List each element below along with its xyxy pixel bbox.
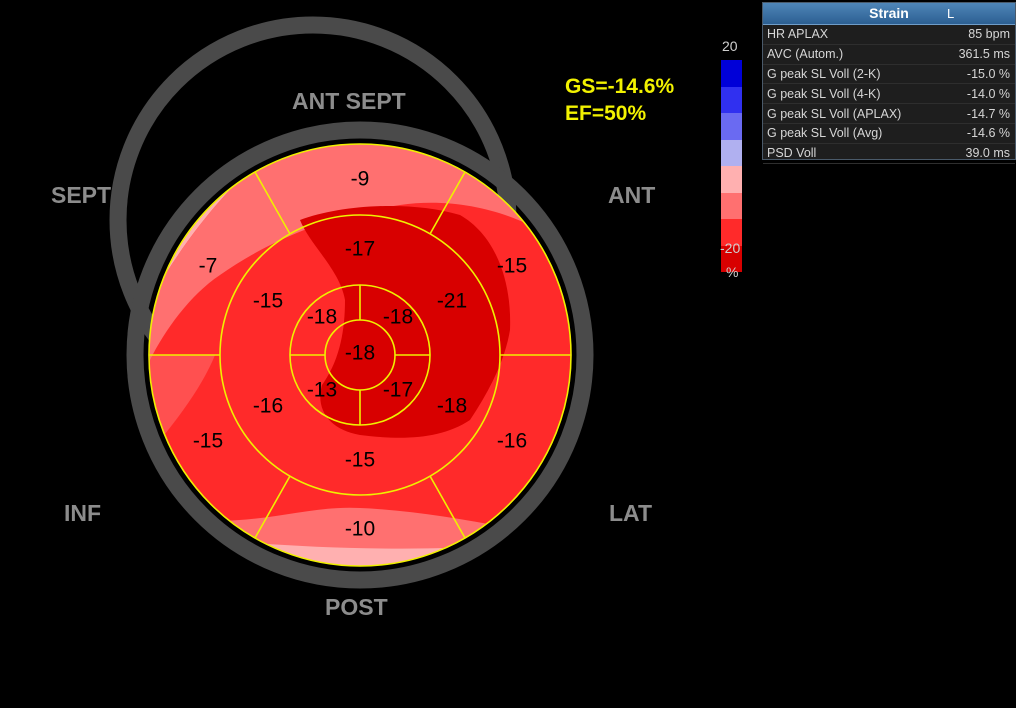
scale-swatch <box>721 139 742 166</box>
row-value: 85 bpm <box>968 27 1010 42</box>
strain-panel-row: PSD Voll 39.0 ms <box>763 144 1015 164</box>
scale-swatch <box>721 192 742 219</box>
row-value: -14.0 % <box>966 86 1010 101</box>
scale-swatch <box>721 60 742 87</box>
wall-label-ant: ANT <box>608 182 656 208</box>
strain-panel-title: Strain <box>869 5 909 21</box>
scale-max-label: 20 <box>722 38 738 54</box>
basal-inferolateral-value: -16 <box>497 430 527 453</box>
apical-inferior-value: -13 <box>307 379 337 402</box>
wall-label-sept: SEPT <box>51 182 112 208</box>
basal-inferior-value: -10 <box>345 518 375 541</box>
strain-panel-header[interactable]: Strain L <box>763 3 1015 25</box>
row-value: -14.6 % <box>966 126 1010 141</box>
strain-panel-row: G peak SL Voll (4-K) -14.0 % <box>763 84 1015 105</box>
row-label: HR APLAX <box>767 27 829 42</box>
strain-panel-row: G peak SL Voll (Avg) -14.6 % <box>763 124 1015 144</box>
strain-panel-row: G peak SL Voll (2-K) -15.0 % <box>763 65 1015 85</box>
lock-icon[interactable]: L <box>947 3 954 24</box>
strain-panel-row: AVC (Autom.) 361.5 ms <box>763 45 1015 65</box>
row-value: 361.5 ms <box>958 47 1010 62</box>
global-strain-label: GS=-14.6% <box>565 75 675 98</box>
row-label: G peak SL Voll (APLAX) <box>767 106 902 121</box>
apical-lateral-value: -18 <box>383 306 413 329</box>
strain-panel-row: HR APLAX 85 bpm <box>763 25 1015 45</box>
row-value: -15.0 % <box>966 66 1010 81</box>
basal-anterolateral-value: -15 <box>497 255 527 278</box>
row-label: PSD Voll <box>767 146 817 161</box>
basal-anteroseptal-value: -7 <box>199 255 218 278</box>
wall-label-inf: INF <box>64 500 102 526</box>
wall-label-post: POST <box>325 594 388 620</box>
basal-inferoseptal-value: -15 <box>193 430 223 453</box>
ejection-fraction-label: EF=50% <box>565 102 647 125</box>
wall-label-lat: LAT <box>609 500 653 526</box>
apical-anterior-value: -17 <box>383 379 413 402</box>
wall-label-ant-sept: ANT SEPT <box>292 88 406 114</box>
row-label: G peak SL Voll (4-K) <box>767 86 881 101</box>
scale-swatch <box>721 86 742 113</box>
mid-inferior-value: -15 <box>345 449 375 472</box>
strain-results-panel: Strain L HR APLAX 85 bpm AVC (Autom.) 361.… <box>762 2 1016 164</box>
row-value: -14.7 % <box>966 106 1010 121</box>
row-label: AVC (Autom.) <box>767 47 844 62</box>
mid-anterolateral-value: -21 <box>437 290 467 313</box>
scale-swatch <box>721 166 742 193</box>
mid-inferolateral-value: -18 <box>437 395 467 418</box>
row-value: 39.0 ms <box>965 146 1010 161</box>
scale-swatch <box>721 113 742 140</box>
row-label: G peak SL Voll (Avg) <box>767 126 883 141</box>
apical-septal-value: -18 <box>307 306 337 329</box>
scale-min-label: -20 <box>720 240 741 256</box>
mid-anteroseptal-value: -15 <box>253 290 283 313</box>
mid-anterior-value: -17 <box>345 238 375 261</box>
mid-inferoseptal-value: -16 <box>253 395 283 418</box>
basal-anterior-value: -9 <box>351 168 370 191</box>
strain-panel-row: G peak SL Voll (APLAX) -14.7 % <box>763 104 1015 124</box>
scale-unit-label: % <box>726 264 739 280</box>
row-label: G peak SL Voll (2-K) <box>767 66 881 81</box>
apex-value: -18 <box>345 342 375 365</box>
strain-panel-rows: HR APLAX 85 bpm AVC (Autom.) 361.5 ms G pe… <box>763 25 1015 164</box>
